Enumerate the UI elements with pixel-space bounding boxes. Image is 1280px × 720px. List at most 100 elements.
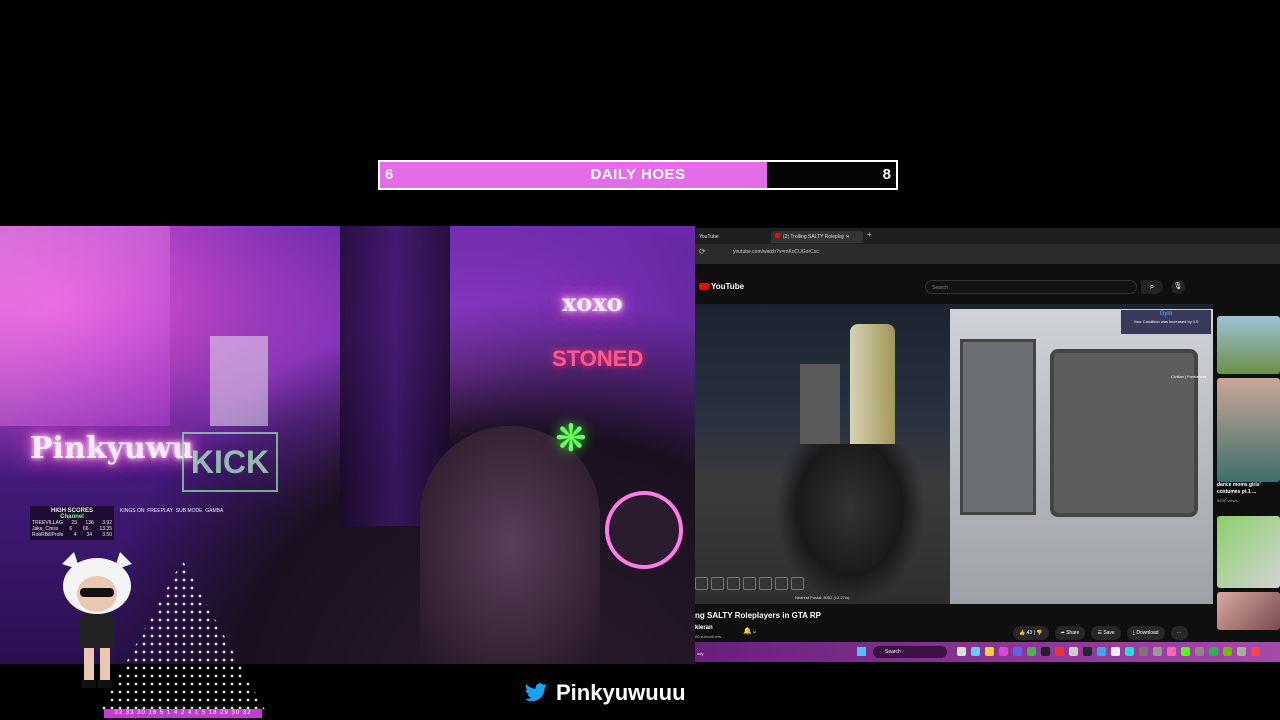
download-label: Download: [1136, 630, 1159, 636]
video-thumbnail[interactable]: [1217, 592, 1280, 630]
cat-avatar-icon: [62, 552, 132, 688]
nvidia-icon[interactable]: [1223, 647, 1232, 656]
video-thumbnail[interactable]: [1217, 516, 1280, 588]
share-button[interactable]: ➦ Share: [1054, 626, 1086, 640]
channel-name[interactable]: kieran: [695, 625, 713, 631]
hunger-icon: [727, 577, 740, 590]
tab-strip: YouTube (2) Trolling SALTY Roleplay ✕ +: [695, 228, 1280, 244]
score-row: RobRBillProfe 4 34 3.50: [32, 532, 112, 538]
download-button[interactable]: ⤓ Download: [1126, 626, 1165, 640]
taskbar: ody Search: [695, 642, 1280, 662]
recommended-video-title[interactable]: dance moms girls' costumes pt.1 ...: [1217, 482, 1280, 496]
taskbar-app-icon[interactable]: [999, 647, 1008, 656]
windows-start-icon[interactable]: [857, 647, 866, 656]
ticker-bar: 32 33 30 16 5 1 4 2 4 1 5 18 29 30 32: [104, 709, 262, 718]
taskbar-app-icon[interactable]: [971, 647, 980, 656]
stat-label: GAMBA: [205, 508, 224, 514]
share-label: Share: [1066, 630, 1080, 636]
bell-icon[interactable]: 🔔⌄: [743, 627, 758, 635]
neon-sign-xoxo: xoxo: [562, 288, 623, 317]
video-player[interactable]: Gym Your Condition was increased by 1.0 …: [695, 304, 1213, 604]
steam-icon[interactable]: [1083, 647, 1092, 656]
tab-youtube[interactable]: YouTube: [695, 231, 773, 243]
taskbar-app-icon[interactable]: [957, 647, 966, 656]
building: [800, 364, 840, 444]
stat-label: SUB MODE: [175, 508, 203, 514]
thirst-icon: [743, 577, 756, 590]
like-button[interactable]: 👍 43 | 👎: [1013, 626, 1049, 640]
stamina-icon: [775, 577, 788, 590]
health-icon: [695, 577, 708, 590]
goal-target-count: 8: [882, 166, 891, 183]
tab-video-label: (2) Trolling SALTY Roleplay: [783, 234, 845, 240]
video-actions: 👍 43 | 👎 ➦ Share ☰ Save ⤓ Download ⋯: [1013, 626, 1188, 640]
taskbar-app-icon[interactable]: [1153, 647, 1162, 656]
game-stats-panel: KINGS ON FREEPLAY SUB MODE GAMBA: [120, 508, 240, 514]
save-label: Save: [1103, 630, 1115, 636]
save-button[interactable]: ☰ Save: [1091, 626, 1121, 640]
kick-sign: KICK: [182, 432, 278, 492]
recommended-videos: dance moms girls' costumes pt.1 ... 953K…: [1217, 316, 1280, 634]
bus-door: [960, 339, 1036, 515]
kick-icon[interactable]: [1181, 647, 1190, 656]
hud-status-icons: [695, 577, 804, 590]
wall-poster: [210, 336, 268, 426]
twitter-handle-bar: Pinkyuwuuu: [524, 678, 686, 708]
discord-icon[interactable]: [1013, 647, 1022, 656]
wall-mural: [0, 226, 170, 426]
search-input[interactable]: Search: [925, 280, 1137, 294]
taskbar-app-icon[interactable]: [1195, 647, 1204, 656]
postal-label: Nearest Postal: 8052 (12.27m): [795, 595, 850, 600]
tab-video[interactable]: (2) Trolling SALTY Roleplay ✕: [771, 231, 863, 243]
taskbar-app-icon[interactable]: [1097, 647, 1106, 656]
taskbar-app-icon[interactable]: [1237, 647, 1246, 656]
twitter-bird-icon: [525, 683, 547, 702]
youtube-play-icon: [699, 283, 709, 291]
url-field[interactable]: youtube.com/watch?v=mKoCUGorCxc: [733, 249, 819, 255]
gaming-chair: [420, 426, 600, 664]
headset: [605, 491, 683, 569]
hud-notice-title: Gym: [1159, 311, 1173, 317]
video-title: ng SALTY Roleplayers in GTA RP: [695, 611, 821, 620]
obs-icon[interactable]: [1041, 647, 1050, 656]
armor-icon: [711, 577, 724, 590]
goal-title: DAILY HOES: [590, 166, 686, 183]
taskbar-app-icon[interactable]: [1167, 647, 1176, 656]
browser-window: YouTube (2) Trolling SALTY Roleplay ✕ + …: [695, 228, 1280, 662]
leaf-neon-icon: ❋: [555, 418, 587, 460]
bus: [950, 309, 1213, 604]
goal-progress-bar: DAILY HOES 6 8: [378, 160, 898, 190]
taskbar-search[interactable]: Search: [873, 646, 947, 658]
taskbar-app-icon[interactable]: [1055, 647, 1064, 656]
youtube-logo[interactable]: YouTube: [699, 282, 744, 291]
taskbar-app-icon[interactable]: [1125, 647, 1134, 656]
address-bar: ⟳ youtube.com/watch?v=mKoCUGorCxc: [695, 244, 1280, 264]
hud-job-label: Civilian | Freelancer: [1171, 374, 1207, 379]
folder-icon[interactable]: [985, 647, 994, 656]
taskbar-app-icon[interactable]: [1139, 647, 1148, 656]
taskbar-app-icon[interactable]: [1251, 647, 1260, 656]
more-button[interactable]: ⋯: [1170, 626, 1188, 640]
youtube-logo-text: YouTube: [711, 282, 745, 291]
microphone-icon[interactable]: 🎙: [1171, 280, 1185, 294]
new-tab-button[interactable]: +: [867, 230, 872, 239]
chrome-icon[interactable]: [1027, 647, 1036, 656]
like-count: 43: [1026, 630, 1033, 636]
taskbar-app-icon[interactable]: [1111, 647, 1120, 656]
video-thumbnail[interactable]: [1217, 378, 1280, 482]
video-thumbnail[interactable]: [1217, 316, 1280, 374]
recommended-video-views: 953K views: [1217, 498, 1238, 503]
stress-icon: [759, 577, 772, 590]
search-icon[interactable]: ⌕: [1141, 280, 1163, 294]
taskbar-app-icon[interactable]: [1069, 647, 1078, 656]
weather-widget[interactable]: ody: [697, 651, 703, 657]
skyscraper: [850, 324, 895, 444]
youtube-header: YouTube Search ⌕ 🎙: [695, 276, 1280, 298]
oxygen-icon: [791, 577, 804, 590]
hud-notification: Gym Your Condition was increased by 1.0: [1121, 310, 1211, 334]
subscriber-count: 80 subscribers: [695, 634, 722, 639]
neon-sign-name: Pinkyuwu: [30, 431, 194, 466]
spotify-icon[interactable]: [1209, 647, 1218, 656]
reload-icon[interactable]: ⟳: [699, 247, 706, 256]
goal-current-count: 6: [385, 166, 394, 183]
